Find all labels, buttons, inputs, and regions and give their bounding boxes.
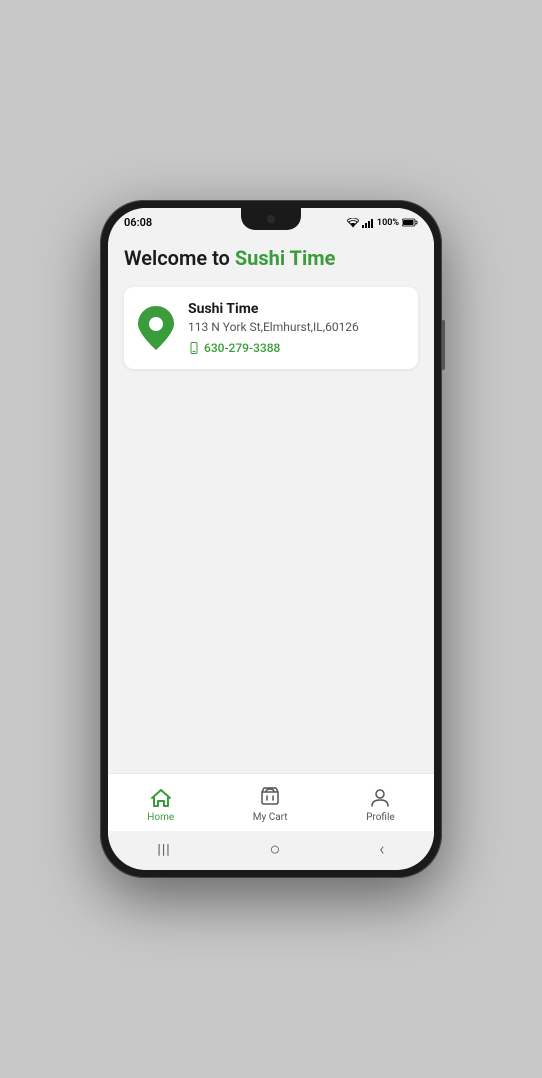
- bottom-nav: Home My Cart Profile: [108, 773, 434, 831]
- signal-icon: [362, 218, 374, 228]
- status-icons: 100%: [347, 218, 418, 228]
- cart-icon: [258, 786, 282, 810]
- phone-frame: 06:08 100%: [100, 200, 442, 878]
- restaurant-address: 113 N York St,Elmhurst,IL,60126: [188, 320, 404, 336]
- nav-label-cart: My Cart: [253, 812, 288, 823]
- map-pin-icon: [138, 306, 174, 350]
- location-card: Sushi Time 113 N York St,Elmhurst,IL,601…: [124, 287, 418, 369]
- home-icon: [149, 786, 173, 810]
- nav-label-profile: Profile: [366, 812, 395, 823]
- nav-item-home[interactable]: Home: [131, 782, 190, 827]
- restaurant-name: Sushi Time: [188, 301, 404, 317]
- phone-screen: 06:08 100%: [108, 208, 434, 870]
- camera-notch: [241, 208, 301, 230]
- nav-item-cart[interactable]: My Cart: [237, 782, 304, 827]
- android-nav-bar: ||| ○ ‹: [108, 831, 434, 870]
- battery-icon: [402, 218, 418, 227]
- location-info: Sushi Time 113 N York St,Elmhurst,IL,601…: [188, 301, 404, 355]
- android-recents-button[interactable]: |||: [149, 840, 178, 860]
- wifi-icon: [347, 218, 359, 228]
- nav-item-profile[interactable]: Profile: [350, 782, 411, 827]
- phone-icon: [188, 342, 200, 354]
- android-back-button[interactable]: ‹: [371, 837, 392, 862]
- main-content: Welcome to Sushi Time Sushi Time 113 N Y…: [108, 233, 434, 773]
- phone-number[interactable]: 630-279-3388: [188, 341, 404, 355]
- camera-lens: [267, 215, 275, 223]
- battery-percent: 100%: [377, 218, 399, 228]
- status-time: 06:08: [124, 216, 152, 229]
- nav-label-home: Home: [147, 812, 174, 823]
- android-home-button[interactable]: ○: [262, 837, 289, 862]
- welcome-text: Welcome to: [124, 246, 235, 270]
- welcome-title: Welcome to Sushi Time: [124, 245, 418, 271]
- brand-name: Sushi Time: [235, 246, 336, 270]
- profile-icon: [368, 786, 392, 810]
- phone-number-text: 630-279-3388: [204, 341, 280, 355]
